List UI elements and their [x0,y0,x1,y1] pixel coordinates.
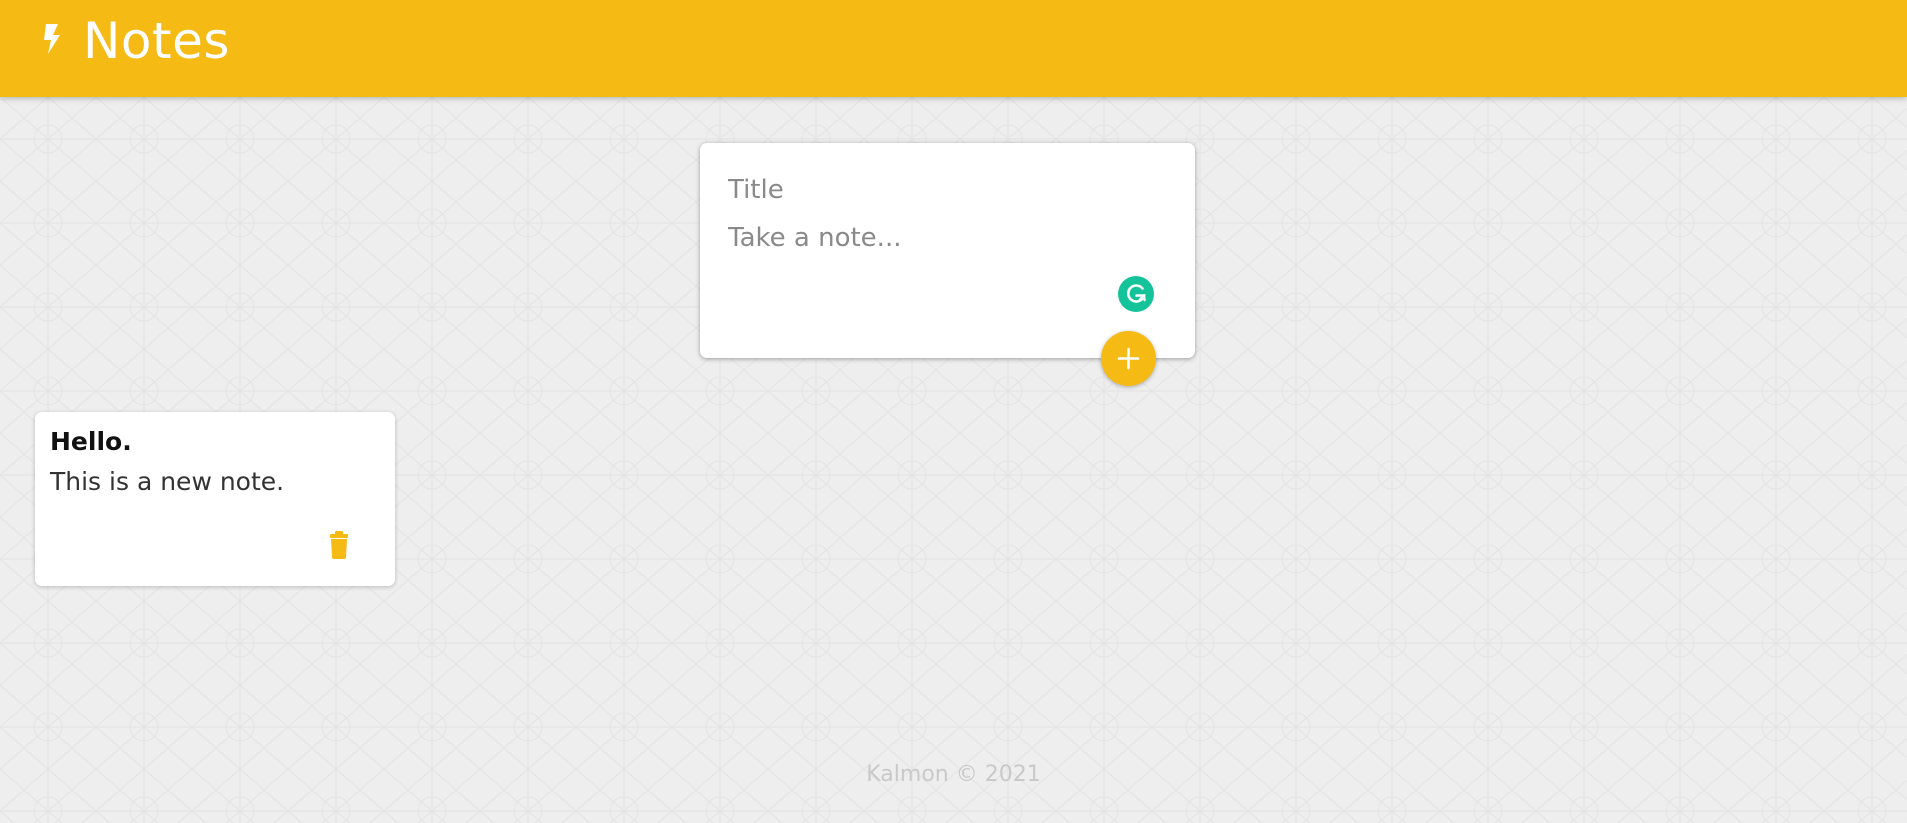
note-content: This is a new note. [50,467,285,496]
app-header: Notes [0,0,1907,97]
flash-icon [44,24,60,54]
note-content-input[interactable] [728,218,1148,258]
add-note-button[interactable] [1101,331,1156,386]
note-title-input[interactable] [728,170,1148,210]
plus-icon [1117,347,1140,370]
create-note-form [700,143,1195,358]
note-card: Hello. This is a new note. [35,412,395,586]
app-title: Notes [83,12,230,70]
trash-icon [330,531,348,559]
grammarly-icon[interactable] [1118,276,1154,312]
delete-note-button[interactable] [319,524,359,564]
note-title: Hello. [50,427,132,456]
footer: Kalmon © 2021 [0,760,1907,790]
copyright-text: Kalmon © 2021 [866,762,1041,787]
